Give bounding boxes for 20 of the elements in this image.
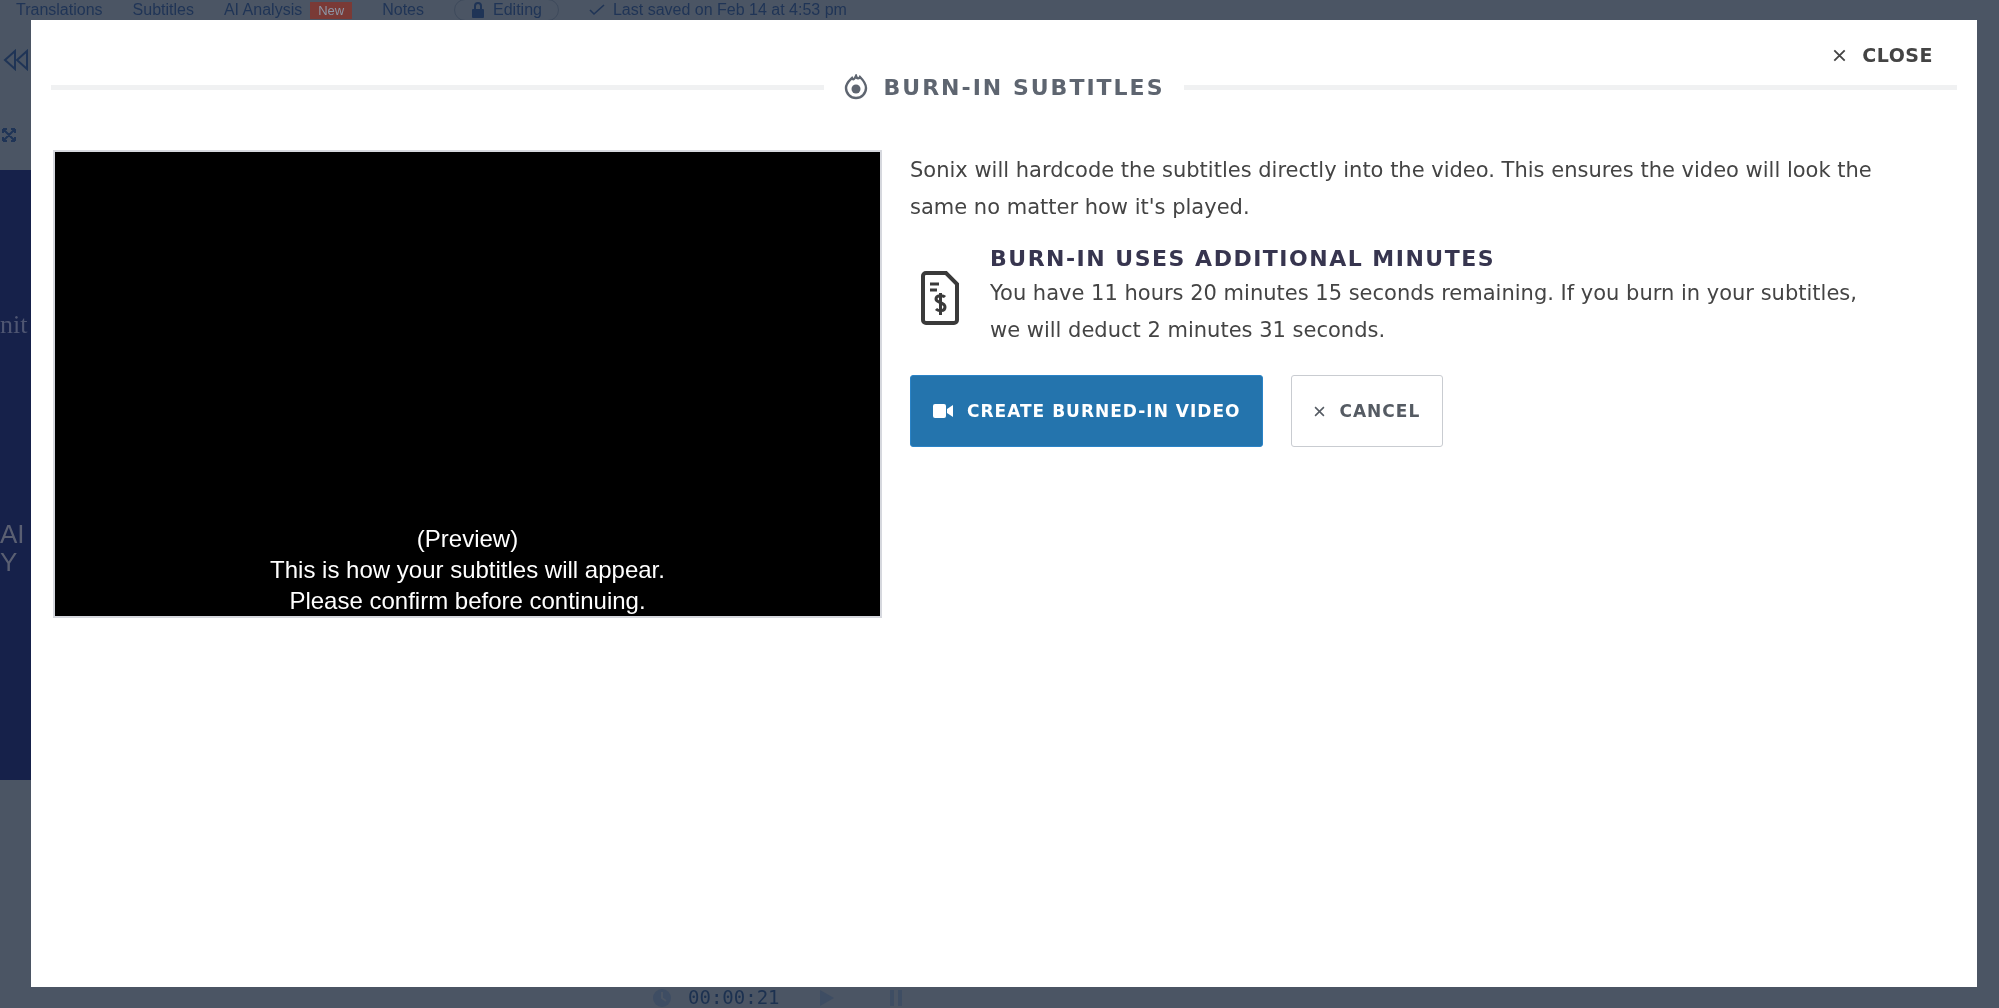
description-text: Sonix will hardcode the subtitles directly into the video. This ensures the video will look the same no matter how it's played. [910, 157, 1873, 221]
invoice-icon [920, 269, 960, 326]
video-camera-icon [933, 404, 953, 418]
dialog-title: BURN-IN SUBTITLES [843, 74, 1165, 100]
side-text: AI [0, 520, 26, 548]
side-text: nit [0, 310, 29, 340]
close-icon [1833, 48, 1847, 62]
notice-heading: BURN-IN USES ADDITIONAL MINUTES [990, 246, 1497, 271]
notice-text: You have 11 hours 20 minutes 15 seconds remaining. If you burn in your subtitles, we will deduct 2 minutes 31 seconds. [990, 280, 1858, 344]
new-badge: New [310, 2, 353, 19]
side-text: Y [0, 548, 19, 576]
flame-icon [843, 74, 868, 100]
close-button[interactable]: CLOSE [1829, 40, 1937, 70]
lock-icon [471, 2, 485, 18]
expand-icon[interactable] [2, 127, 16, 142]
check-icon [588, 4, 605, 16]
close-icon [1314, 405, 1326, 417]
cancel-button[interactable]: CANCEL [1291, 375, 1444, 447]
rewind-icon[interactable] [2, 48, 30, 71]
create-video-button[interactable]: CREATE BURNED-IN VIDEO [910, 375, 1264, 447]
